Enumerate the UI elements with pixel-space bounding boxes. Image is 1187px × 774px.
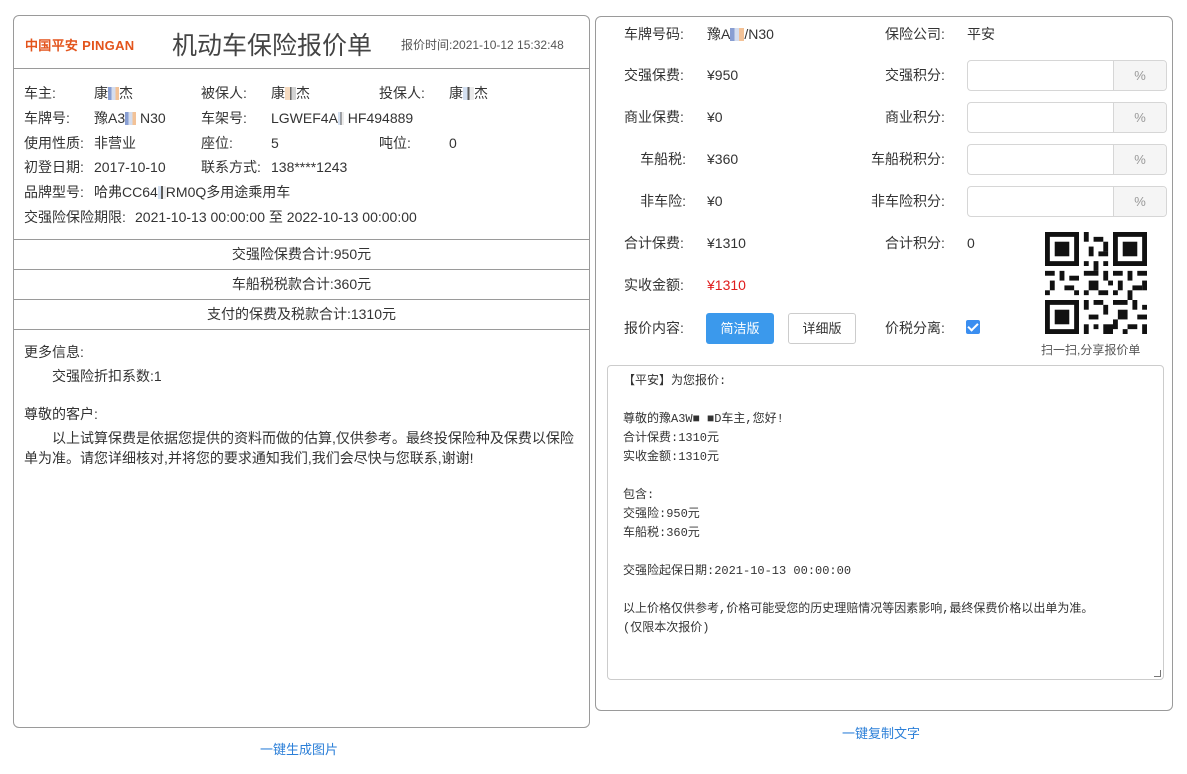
vessel-tax-points-label: 车船税积分: (871, 151, 945, 167)
masked-pixels-icon (285, 87, 296, 100)
quote-sheet-header: 中国平安 PINGAN 机动车保险报价单 报价时间:2021-10-12 15:… (14, 16, 589, 69)
info-row-model: 品牌型号: 哈弗CC64 RM0Q多用途乘用车 (24, 180, 579, 205)
applicant-value: 康杰 (449, 85, 488, 101)
quote-content-label: 报价内容: (624, 320, 684, 336)
info-row-registration: 初登日期: 2017-10-10 联系方式: 138****1243 (24, 155, 579, 180)
quote-time-value: 2021-10-12 15:32:48 (452, 38, 564, 52)
compulsory-premium-value: ¥950 (707, 67, 739, 83)
applicant-label: 投保人: (379, 85, 425, 101)
quote-time: 报价时间:2021-10-12 15:32:48 (401, 36, 564, 53)
commercial-points-label: 商业积分: (885, 109, 945, 125)
usage-label: 使用性质: (24, 134, 84, 151)
sum-vessel-tax: 车船税税款合计:360元 (14, 270, 589, 300)
masked-pixels-icon (157, 186, 166, 200)
plate-number-value: 豫A/N30 (707, 26, 774, 42)
vessel-tax-value: ¥360 (707, 151, 739, 167)
masked-pixels-icon (337, 111, 344, 125)
percent-suffix: % (1113, 61, 1166, 90)
simple-version-button[interactable]: 简洁版 (706, 313, 774, 344)
seats-label: 座位: (201, 134, 233, 151)
discount-value: 1 (153, 368, 162, 384)
sum-compulsory: 交强险保费合计:950元 (14, 240, 589, 270)
vin-label: 车架号: (201, 109, 247, 126)
actual-amount-value: ¥1310 (707, 277, 746, 293)
plate-number-label: 车牌号码: (624, 26, 684, 42)
commercial-points-input[interactable]: % (967, 102, 1167, 133)
more-info: 更多信息: 交强险折扣系数:1 尊敬的客户: 以上试算保费是依据您提供的资料而做… (14, 330, 589, 480)
plate-value: 豫A3 N30 (94, 109, 166, 126)
more-info-title: 更多信息: (24, 344, 84, 360)
total-points-value: 0 (967, 235, 975, 251)
masked-pixels-icon (108, 87, 119, 100)
insured-label: 被保人: (201, 85, 247, 101)
vehicle-info: 车主: 康杰 被保人: 康杰 投保人: 康杰 车牌号: 豫A3 N30 车架号:… (14, 69, 589, 240)
info-row-owners: 车主: 康杰 被保人: 康杰 投保人: 康杰 (24, 81, 579, 106)
non-auto-value: ¥0 (707, 193, 723, 209)
quote-time-label: 报价时间: (401, 38, 453, 52)
copy-text-link[interactable]: 一键复制文字 (842, 723, 920, 742)
insured-value: 康杰 (271, 85, 310, 101)
masked-pixels-icon (730, 28, 745, 41)
contact-label: 联系方式: (201, 159, 261, 176)
total-points-label: 合计积分: (885, 235, 945, 251)
actual-amount-label: 实收金额: (624, 277, 684, 293)
quote-form-panel: 车牌号码: 豫A/N30 保险公司: 平安 交强保费: ¥950 交强积分: %… (595, 16, 1173, 711)
discount-label: 交强险折扣系数: (52, 368, 154, 384)
commercial-premium-label: 商业保费: (624, 109, 684, 125)
quote-text-area[interactable]: 【平安】为您报价: 尊敬的豫A3W■ ■D车主,您好! 合计保费:1310元 实… (607, 365, 1164, 680)
percent-suffix: % (1113, 103, 1166, 132)
seats-value: 5 (271, 134, 279, 151)
info-row-plate: 车牌号: 豫A3 N30 车架号: LGWEF4A HF494889 (24, 106, 579, 131)
non-auto-label: 非车险: (640, 193, 686, 209)
discount-factor: 交强险折扣系数:1 (24, 366, 579, 386)
period-label: 交强险保险期限: (24, 208, 126, 225)
compulsory-points-label: 交强积分: (885, 67, 945, 83)
total-premium-value: ¥1310 (707, 235, 746, 251)
qr-caption: 扫一扫,分享报价单 (1041, 343, 1141, 357)
tax-split-label: 价税分离: (885, 320, 945, 336)
sum-total: 支付的保费及税款合计:1310元 (14, 300, 589, 330)
pingan-logo: 中国平安 PINGAN (25, 38, 135, 53)
vin-value: LGWEF4A HF494889 (271, 109, 414, 126)
insurer-label: 保险公司: (885, 26, 945, 42)
usage-value: 非营业 (94, 134, 136, 151)
contact-value: 138****1243 (271, 159, 348, 176)
disclaimer-text: 以上试算保费是依据您提供的资料而做的估算,仅供参考。最终投保险种及保费以保险单为… (24, 430, 574, 466)
resize-handle-icon[interactable] (1154, 670, 1161, 677)
quote-sheet-panel: 中国平安 PINGAN 机动车保险报价单 报价时间:2021-10-12 15:… (13, 15, 590, 728)
non-auto-points-input[interactable]: % (967, 186, 1167, 217)
masked-pixels-icon (125, 111, 137, 125)
insurer-value: 平安 (967, 26, 995, 42)
detailed-version-button[interactable]: 详细版 (788, 313, 856, 344)
model-value: 哈弗CC64 RM0Q多用途乘用车 (94, 184, 291, 201)
info-row-period: 交强险保险期限: 2021-10-13 00:00:00 至 2022-10-1… (24, 205, 579, 230)
reg-date-label: 初登日期: (24, 159, 84, 176)
percent-suffix: % (1113, 187, 1166, 216)
page-title: 机动车保险报价单 (172, 32, 373, 60)
period-value: 2021-10-13 00:00:00 至 2022-10-13 00:00:0… (135, 208, 417, 225)
tonnage-label: 吨位: (379, 134, 411, 151)
model-label: 品牌型号: (24, 184, 84, 201)
plate-label: 车牌号: (24, 109, 70, 126)
reg-date-value: 2017-10-10 (94, 159, 166, 176)
info-row-usage: 使用性质: 非营业 座位: 5 吨位: 0 (24, 131, 579, 156)
masked-pixels-icon (463, 87, 474, 100)
percent-suffix: % (1113, 145, 1166, 174)
tonnage-value: 0 (449, 134, 457, 151)
vessel-tax-label: 车船税: (640, 151, 686, 167)
owner-label: 车主: (24, 85, 56, 101)
compulsory-premium-label: 交强保费: (624, 67, 684, 83)
generate-image-link[interactable]: 一键生成图片 (260, 739, 338, 758)
total-premium-label: 合计保费: (624, 235, 684, 251)
tax-split-checkbox[interactable] (966, 320, 980, 334)
non-auto-points-label: 非车险积分: (871, 193, 945, 209)
dear-customer: 尊敬的客户: (24, 406, 98, 422)
compulsory-points-input[interactable]: % (967, 60, 1167, 91)
commercial-premium-value: ¥0 (707, 109, 723, 125)
vessel-tax-points-input[interactable]: % (967, 144, 1167, 175)
owner-value: 康杰 (94, 85, 133, 101)
qr-code-icon (1045, 232, 1147, 334)
